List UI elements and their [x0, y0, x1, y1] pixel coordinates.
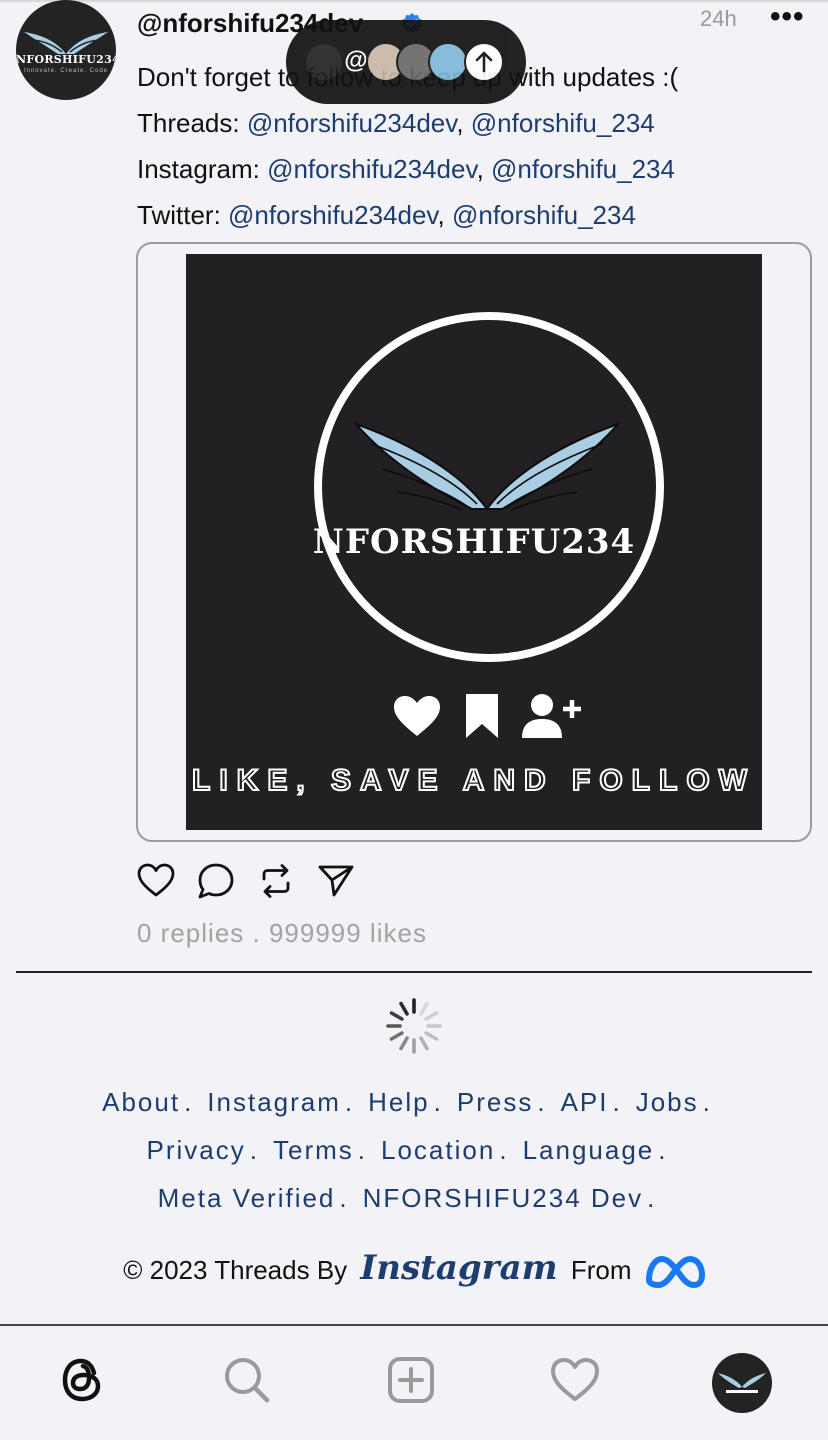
- footer-link-jobs[interactable]: Jobs: [636, 1087, 699, 1117]
- post-stats: 0 replies . 999999 likes: [137, 918, 427, 949]
- copyright-line: © 2023 Threads By Instagram From: [0, 1248, 828, 1298]
- threads-home-icon[interactable]: [57, 1354, 109, 1406]
- footer-link-dev[interactable]: NFORSHIFU234 Dev: [363, 1183, 644, 1213]
- footer-link-language[interactable]: Language: [523, 1135, 655, 1165]
- new-posts-bubble[interactable]: @: [286, 20, 526, 104]
- instagram-link-primary[interactable]: @nforshifu234dev: [267, 154, 477, 184]
- share-send-icon[interactable]: [317, 862, 355, 900]
- threads-link-secondary[interactable]: @nforshifu_234: [471, 108, 655, 138]
- like-heart-icon[interactable]: [137, 862, 175, 900]
- threads-label: Threads:: [137, 108, 247, 138]
- profile-avatar[interactable]: [712, 1353, 772, 1413]
- post-actions: [137, 862, 377, 902]
- search-icon[interactable]: [221, 1354, 273, 1406]
- threads-link-primary[interactable]: @nforshifu234dev: [247, 108, 457, 138]
- add-user-icon: [522, 694, 581, 738]
- footer-link-help[interactable]: Help: [368, 1087, 429, 1117]
- twitter-label: Twitter:: [137, 200, 229, 230]
- author-avatar[interactable]: NFORSHIFU234 Innovate. Create. Code: [16, 0, 116, 100]
- likes-count[interactable]: 999999 likes: [269, 918, 427, 948]
- footer-dot: .: [612, 1087, 622, 1117]
- footer-dot: .: [658, 1135, 668, 1165]
- new-post-icon[interactable]: [385, 1354, 437, 1406]
- footer-dot: .: [339, 1183, 349, 1213]
- footer-dot: .: [249, 1135, 259, 1165]
- image-cta-text: LIKE, SAVE AND FOLLOW: [191, 763, 756, 798]
- activity-heart-icon[interactable]: [549, 1354, 601, 1406]
- footer-dot: .: [537, 1087, 547, 1117]
- heart-filled-icon: [394, 696, 440, 736]
- copyright-text: © 2023 Threads By: [123, 1255, 348, 1285]
- repost-icon[interactable]: [257, 862, 295, 900]
- bubble-avatar-1: [304, 42, 344, 82]
- instagram-label: Instagram:: [137, 154, 268, 184]
- post-image[interactable]: NFORSHIFU234 LIKE, SAVE AND FOLLOW: [186, 254, 762, 830]
- footer-row-3: Meta Verified. NFORSHIFU234 Dev.: [0, 1174, 828, 1222]
- twitter-link-primary[interactable]: @nforshifu234dev: [228, 200, 438, 230]
- image-icons-row: [392, 692, 592, 742]
- arrow-up-icon: [464, 42, 504, 82]
- footer-dot: .: [433, 1087, 443, 1117]
- footer-dot: .: [184, 1087, 194, 1117]
- footer-link-press[interactable]: Press: [457, 1087, 533, 1117]
- footer-dot: .: [344, 1087, 355, 1117]
- bookmark-filled-icon: [466, 694, 498, 738]
- avatar-logo-subtext: Innovate. Create. Code: [23, 68, 109, 74]
- bubble-avatar-4: [428, 42, 468, 82]
- footer-link-about[interactable]: About: [102, 1087, 180, 1117]
- instagram-link-secondary[interactable]: @nforshifu_234: [491, 154, 675, 184]
- link-separator: ,: [437, 200, 452, 230]
- footer-link-instagram[interactable]: Instagram: [207, 1087, 341, 1117]
- section-divider: [16, 971, 812, 973]
- wings-logo-icon: [352, 421, 622, 511]
- twitter-link-secondary[interactable]: @nforshifu_234: [452, 200, 636, 230]
- footer-dot: .: [357, 1135, 368, 1165]
- loading-spinner-icon: [386, 998, 442, 1054]
- image-brand-text: NFORSHIFU234: [312, 522, 636, 562]
- link-separator: ,: [476, 154, 492, 184]
- footer-link-meta-verified[interactable]: Meta Verified: [158, 1183, 336, 1213]
- footer-row-1: About. Instagram. Help. Press. API. Jobs.: [0, 1078, 828, 1126]
- meta-logo-icon[interactable]: [645, 1254, 705, 1290]
- footer-link-privacy[interactable]: Privacy: [147, 1135, 246, 1165]
- footer-link-api[interactable]: API: [561, 1087, 609, 1117]
- from-label: From: [570, 1255, 632, 1285]
- instagram-wordmark[interactable]: Instagram: [360, 1248, 557, 1288]
- top-divider: [0, 0, 828, 2]
- footer-links: About. Instagram. Help. Press. API. Jobs. Pri…: [0, 1078, 828, 1222]
- footer-dot: .: [499, 1135, 509, 1165]
- post-timestamp: 24h: [700, 6, 737, 31]
- twitter-links-line: Twitter: @nforshifu234dev, @nforshifu_23…: [137, 192, 817, 238]
- footer-dot: .: [647, 1183, 657, 1213]
- more-options-button[interactable]: •••: [770, 0, 805, 34]
- instagram-links-line: Instagram: @nforshifu234dev, @nforshifu_…: [137, 146, 817, 192]
- avatar-logo-text: NFORSHIFU234: [16, 53, 116, 66]
- bottom-nav: [0, 1326, 828, 1440]
- replies-count[interactable]: 0 replies: [137, 918, 244, 948]
- stats-dot: .: [244, 918, 269, 948]
- footer-row-2: Privacy. Terms. Location. Language.: [0, 1126, 828, 1174]
- reply-bubble-icon[interactable]: [197, 862, 235, 900]
- wings-logo-icon: [718, 1373, 766, 1393]
- link-separator: ,: [456, 108, 471, 138]
- footer-dot: .: [702, 1087, 712, 1117]
- threads-links-line: Threads: @nforshifu234dev, @nforshifu_23…: [137, 100, 817, 146]
- footer-link-location[interactable]: Location: [381, 1135, 495, 1165]
- footer-link-terms[interactable]: Terms: [273, 1135, 354, 1165]
